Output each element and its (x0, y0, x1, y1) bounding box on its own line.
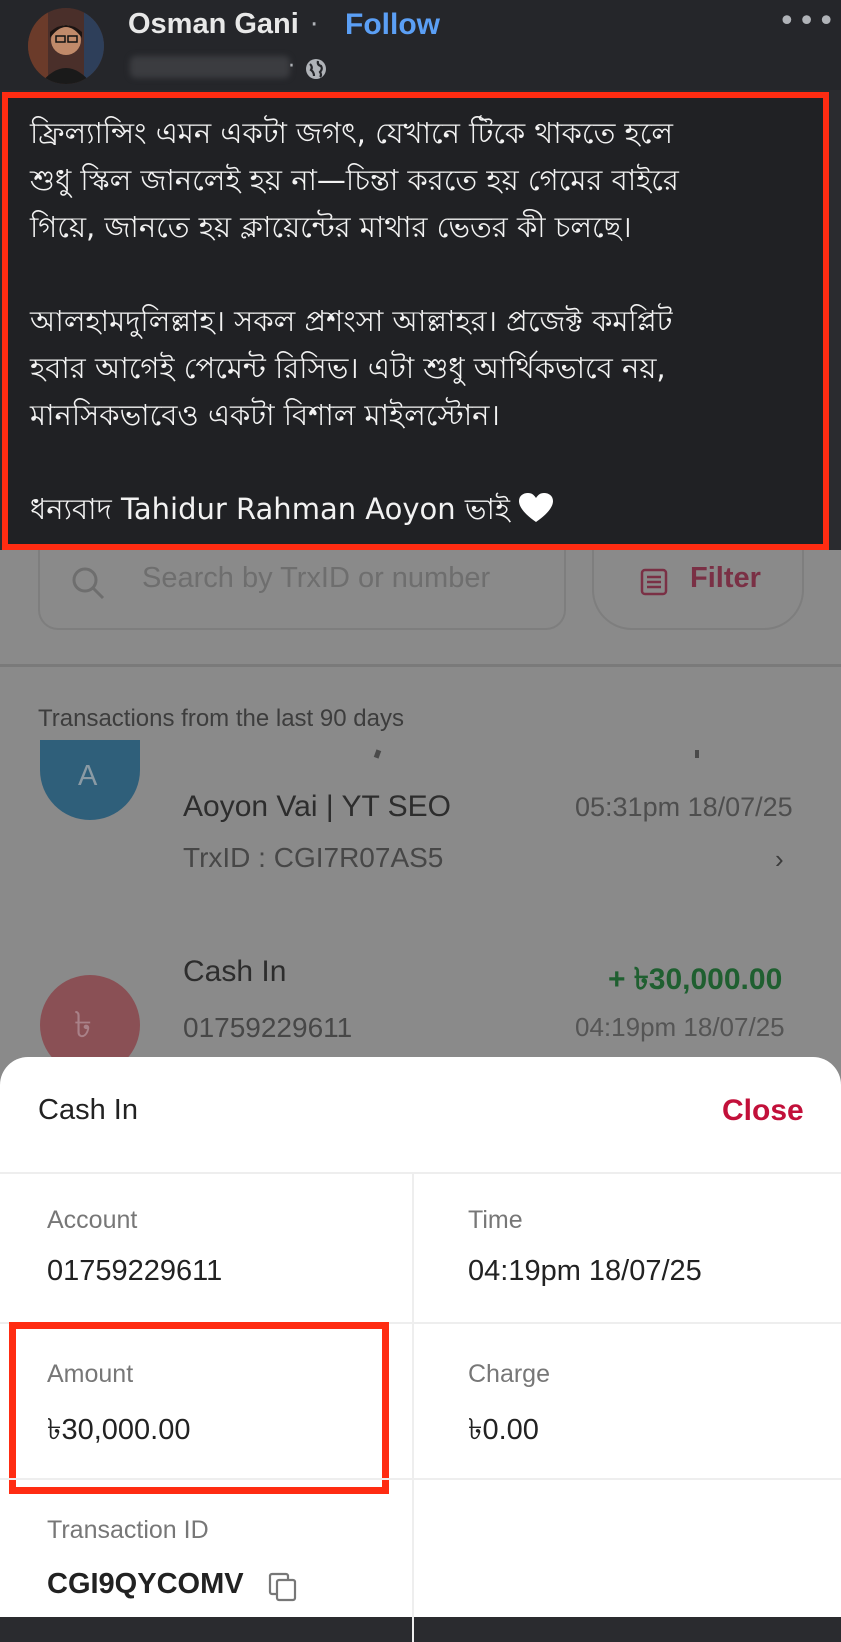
divider (0, 664, 841, 667)
author-avatar[interactable] (28, 8, 104, 84)
taka-icon: ৳ (74, 1005, 92, 1046)
more-options-button[interactable]: ••• (778, 4, 837, 39)
thanks-text: ধন্যবাদ Tahidur Rahman Aoyon ভাই (30, 492, 510, 526)
transaction-amount: + ৳30,000.00 (608, 963, 783, 996)
divider (0, 1172, 841, 1174)
transaction-name[interactable]: Aoyon Vai | YT SEO (183, 790, 451, 824)
chevron-right-icon[interactable]: › (775, 844, 784, 875)
post-line: গিয়ে, জানতে হয় ক্লায়েন্টের মাথার ভেতর… (30, 210, 632, 244)
column-divider (412, 1174, 414, 1642)
tick-mark (695, 750, 699, 758)
search-icon (72, 567, 105, 600)
thanks-line: ধন্যবাদ Tahidur Rahman Aoyon ভাই (30, 486, 810, 533)
follow-button[interactable]: Follow (345, 8, 440, 42)
white-heart-icon (519, 493, 554, 522)
globe-icon (306, 59, 326, 79)
post-line: শুধু স্কিল জানলেই হয় না—চিন্তা করতে হয়… (30, 163, 679, 197)
transaction-number: 01759229611 (183, 1012, 353, 1043)
section-title: Transactions from the last 90 days (38, 705, 404, 732)
post-text: ফ্রিল্যান্সিং এমন একটা জগৎ, যেখানে টিকে … (30, 110, 810, 533)
filter-list-icon (640, 568, 668, 596)
charge-label: Charge (468, 1360, 550, 1388)
close-button[interactable]: Close (722, 1094, 804, 1128)
divider (0, 1478, 841, 1480)
search-placeholder: Search by TrxID or number (142, 562, 491, 594)
author-name[interactable]: Osman Gani (128, 8, 299, 41)
account-value: 01759229611 (47, 1255, 223, 1287)
post-line: মানসিকভাবেও একটা বিশাল মাইলস্টোন। (30, 398, 500, 432)
transaction-time: 04:19pm 18/07/25 (575, 1012, 785, 1042)
post-line: ফ্রিল্যান্সিং এমন একটা জগৎ, যেখানে টিকে … (30, 116, 674, 150)
transaction-id-value: CGI9QYCOMV (47, 1568, 244, 1600)
copy-icon[interactable] (268, 1572, 298, 1602)
transaction-name[interactable]: Cash In (183, 955, 286, 989)
meta-separator: · (288, 54, 295, 79)
charge-value: ৳0.00 (468, 1414, 539, 1446)
account-label: Account (47, 1206, 138, 1234)
tick-mark (373, 749, 382, 759)
amount-highlight-box (9, 1322, 389, 1494)
contact-initial: A (78, 760, 98, 792)
transaction-id: TrxID : CGI7R07AS5 (183, 842, 444, 873)
filter-label: Filter (690, 562, 761, 594)
time-label: Time (468, 1206, 523, 1234)
sheet-title: Cash In (38, 1094, 138, 1126)
post-line: হবার আগেই পেমেন্ট রিসিভ। এটা শুধু আর্থিক… (30, 351, 666, 385)
transaction-time: 05:31pm 18/07/25 (575, 792, 793, 822)
time-value: 04:19pm 18/07/25 (468, 1255, 702, 1287)
post-timestamp-blurred (130, 56, 290, 78)
separator-dot: · (310, 10, 319, 40)
transaction-id-label: Transaction ID (47, 1516, 209, 1544)
post-line: আলহামদুলিল্লাহ। সকল প্রশংসা আল্লাহর। প্র… (30, 304, 673, 338)
